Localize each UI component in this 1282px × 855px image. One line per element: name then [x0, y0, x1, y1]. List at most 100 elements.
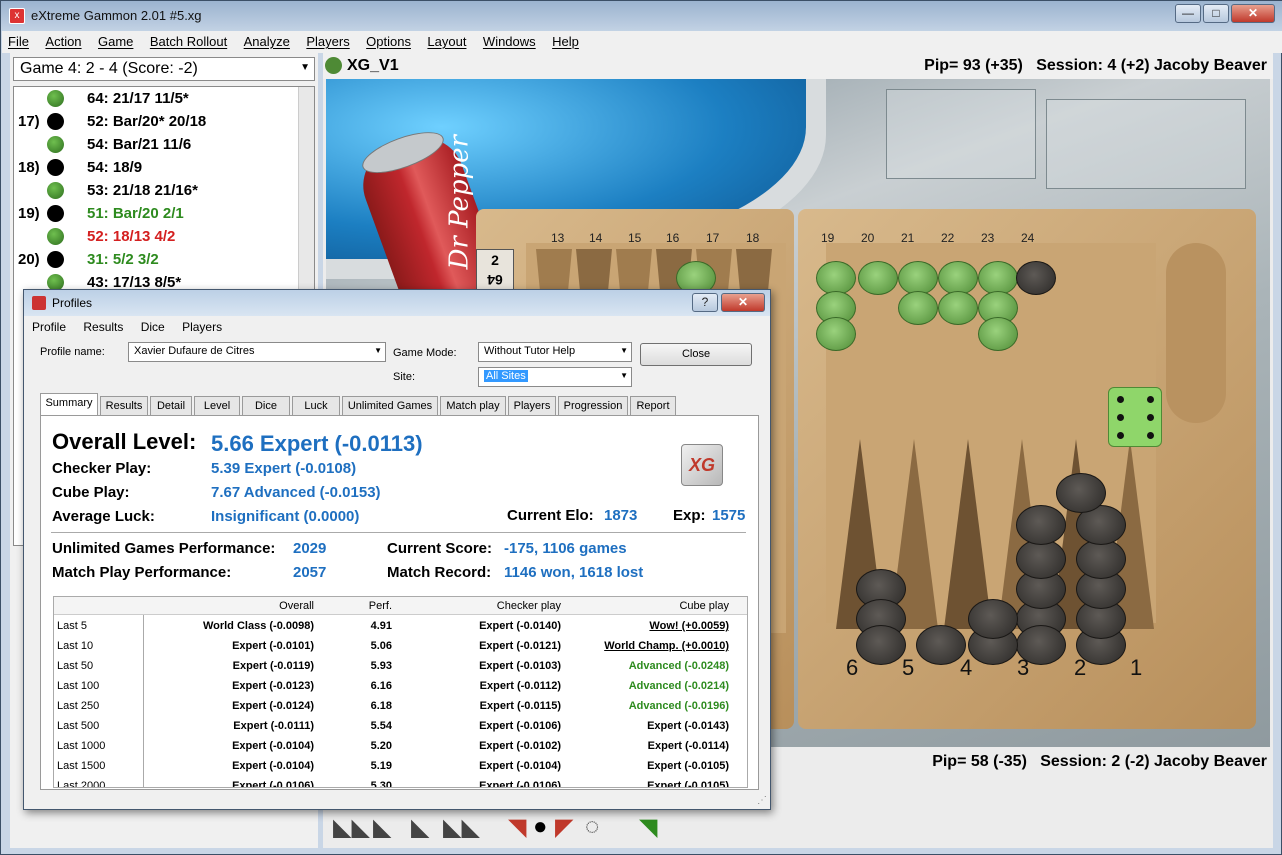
- table-row[interactable]: Last 10 Expert (-0.0101) 5.06 Expert (-0.01…: [54, 637, 747, 657]
- redo-icon[interactable]: ◤: [555, 813, 573, 842]
- menu-bar: File Action Game Batch Rollout Analyze P…: [2, 31, 1282, 53]
- game-mode-select[interactable]: Without Tutor Help ▼: [478, 342, 632, 362]
- undo-icon[interactable]: ◥: [508, 813, 526, 842]
- menu-help[interactable]: Help: [546, 31, 585, 49]
- previous-game-icon[interactable]: ◣: [373, 813, 391, 842]
- table-row[interactable]: Last 500 Expert (-0.0111) 5.54 Expert (-0.0…: [54, 717, 747, 737]
- tab-progression[interactable]: Progression: [558, 396, 628, 416]
- move-text: 52: Bar/20* 20/18: [87, 113, 207, 130]
- resize-grip-icon[interactable]: ⋰: [757, 795, 767, 806]
- menu-file[interactable]: File: [2, 31, 35, 49]
- tab-report[interactable]: Report: [630, 396, 676, 416]
- list-item[interactable]: 54: Bar/21 11/6: [14, 133, 314, 156]
- dark-checker[interactable]: [1016, 505, 1066, 545]
- perf-cell: 5.54: [370, 720, 392, 732]
- tab-detail[interactable]: Detail: [150, 396, 192, 416]
- menu-game[interactable]: Game: [92, 31, 139, 49]
- table-row[interactable]: Last 1000 Expert (-0.0104) 5.20 Expert (-0.…: [54, 737, 747, 757]
- green-checker[interactable]: [858, 261, 898, 295]
- tab-level[interactable]: Level: [194, 396, 240, 416]
- close-button[interactable]: ✕: [1231, 4, 1275, 23]
- rollout-icon[interactable]: ◌: [585, 813, 599, 841]
- table-row[interactable]: Last 250 Expert (-0.0124) 6.18 Expert (-0.0…: [54, 697, 747, 717]
- green-checker[interactable]: [978, 261, 1018, 295]
- game-select[interactable]: Game 4: 2 - 4 (Score: -2) ▼: [13, 57, 315, 81]
- menu-layout[interactable]: Layout: [421, 31, 472, 49]
- dark-checker[interactable]: [916, 625, 966, 665]
- stop-icon[interactable]: ●: [533, 813, 548, 841]
- menu-action[interactable]: Action: [39, 31, 87, 49]
- doubling-cube[interactable]: 2 64: [476, 249, 514, 291]
- move-text: 51: Bar/20 2/1: [87, 205, 184, 222]
- dark-checker[interactable]: [1016, 625, 1066, 665]
- list-item[interactable]: 64: 21/17 11/5*: [14, 87, 314, 110]
- chevron-down-icon: ▼: [374, 346, 382, 355]
- dialog-menu-players[interactable]: Players: [182, 320, 222, 334]
- table-row[interactable]: Last 2000 Expert (-0.0106) 5.30 Expert (-0.…: [54, 777, 747, 788]
- checker-icon: [47, 159, 64, 176]
- dialog-help-button[interactable]: ?: [692, 293, 718, 312]
- tab-luck[interactable]: Luck: [292, 396, 340, 416]
- dialog-close-x[interactable]: ✕: [721, 293, 765, 312]
- menu-options[interactable]: Options: [360, 31, 417, 49]
- green-checker[interactable]: [938, 291, 978, 325]
- list-item[interactable]: 52: 18/13 4/2: [14, 225, 314, 248]
- performance-table: Overall Perf. Checker play Cube play Las…: [53, 596, 748, 788]
- cube-cell: Expert (-0.0114): [647, 740, 729, 752]
- play-icon[interactable]: ◥: [639, 813, 657, 842]
- close-dialog-button[interactable]: Close: [640, 343, 752, 366]
- chevron-down-icon: ▼: [300, 62, 310, 73]
- dark-checker[interactable]: [1016, 539, 1066, 579]
- table-row[interactable]: Last 50 Expert (-0.0119) 5.93 Expert (-0.01…: [54, 657, 747, 677]
- row-label: Last 1500: [57, 760, 106, 772]
- dialog-menu-dice[interactable]: Dice: [141, 320, 165, 334]
- profile-name-select[interactable]: Xavier Dufaure de Citres ▼: [128, 342, 386, 362]
- dialog-menu-profile[interactable]: Profile: [32, 320, 66, 334]
- list-item[interactable]: 17) 52: Bar/20* 20/18: [14, 110, 314, 133]
- list-item[interactable]: 18) 54: 18/9: [14, 156, 314, 179]
- tab-dice[interactable]: Dice: [242, 396, 290, 416]
- tab-unlimited-games[interactable]: Unlimited Games: [342, 396, 438, 416]
- menu-windows[interactable]: Windows: [477, 31, 542, 49]
- point-label: 15: [628, 231, 642, 245]
- green-checker[interactable]: [898, 291, 938, 325]
- table-row[interactable]: Last 1500 Expert (-0.0104) 5.19 Expert (-0.…: [54, 757, 747, 777]
- point-label: 21: [901, 231, 915, 245]
- table-row[interactable]: Last 5 World Class (-0.0098) 4.91 Expert (-…: [54, 617, 747, 637]
- profile-name-value: Xavier Dufaure de Citres: [134, 345, 255, 357]
- previous-move-icon[interactable]: ◣: [411, 813, 429, 842]
- green-checker[interactable]: [816, 317, 856, 351]
- tab-summary[interactable]: Summary: [40, 393, 98, 417]
- first-move-icon[interactable]: ◣◣: [333, 813, 370, 842]
- table-row[interactable]: Last 100 Expert (-0.0123) 6.16 Expert (-0.0…: [54, 677, 747, 697]
- dialog-menu-results[interactable]: Results: [83, 320, 123, 334]
- dark-checker[interactable]: [856, 625, 906, 665]
- die[interactable]: [1108, 387, 1162, 447]
- list-item[interactable]: 19) 51: Bar/20 2/1: [14, 202, 314, 225]
- dark-checker[interactable]: [1076, 539, 1126, 579]
- dark-checker[interactable]: [1056, 473, 1106, 513]
- tab-results[interactable]: Results: [100, 396, 148, 416]
- bear-off-tray[interactable]: [1166, 243, 1226, 423]
- maximize-button[interactable]: □: [1203, 4, 1229, 23]
- green-checker[interactable]: [816, 261, 856, 295]
- menu-analyze[interactable]: Analyze: [238, 31, 296, 49]
- green-checker[interactable]: [978, 317, 1018, 351]
- green-checker[interactable]: [938, 261, 978, 295]
- cube-cell: Advanced (-0.0214): [628, 680, 729, 692]
- menu-players[interactable]: Players: [300, 31, 355, 49]
- previous-roll-icon[interactable]: ◣◣: [443, 813, 480, 842]
- point-label: 19: [821, 231, 835, 245]
- minimize-button[interactable]: —: [1175, 4, 1201, 23]
- menu-batch-rollout[interactable]: Batch Rollout: [144, 31, 233, 49]
- list-item[interactable]: 53: 21/18 21/16*: [14, 179, 314, 202]
- tab-players[interactable]: Players: [508, 396, 556, 416]
- perf-cell: 5.30: [370, 780, 392, 788]
- dark-checker[interactable]: [1016, 261, 1056, 295]
- list-item[interactable]: 20) 31: 5/2 3/2: [14, 248, 314, 271]
- can-brand: Dr Pepper: [444, 135, 475, 270]
- tab-match-play[interactable]: Match play: [440, 396, 506, 416]
- green-checker[interactable]: [898, 261, 938, 295]
- site-select[interactable]: All Sites ▼: [478, 367, 632, 387]
- dark-checker[interactable]: [968, 599, 1018, 639]
